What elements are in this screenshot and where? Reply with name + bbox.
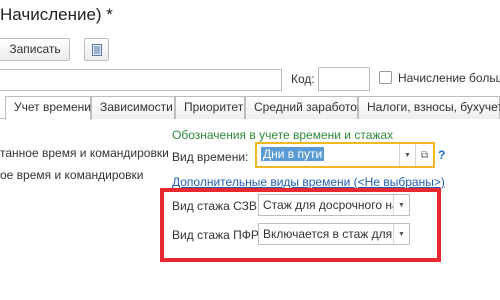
pfr-select[interactable]: Включается в стаж для д ▼ xyxy=(258,223,410,245)
time-type-value: Дни в пути xyxy=(261,147,325,161)
list-item[interactable]: ое время и командировки xyxy=(0,168,144,182)
code-label: Код: xyxy=(291,72,315,86)
list-item[interactable]: танное время и командировки xyxy=(0,146,169,160)
tab-taxes[interactable]: Налоги, взносы, бухучет xyxy=(358,96,500,119)
page-title: Начисление) * xyxy=(0,5,113,24)
chevron-down-icon[interactable]: ▼ xyxy=(393,224,409,244)
save-button[interactable]: Записать xyxy=(0,38,70,61)
time-type-select[interactable]: Дни в пути ▼ ⧉ xyxy=(255,142,435,168)
code-input[interactable] xyxy=(318,67,370,91)
name-input[interactable] xyxy=(0,69,282,91)
tab-time-accounting[interactable]: Учет времени xyxy=(5,96,91,120)
time-type-label: Вид времени: xyxy=(172,150,249,164)
additional-time-types-link[interactable]: Дополнительные виды времени (<Не выбраны… xyxy=(172,175,445,189)
open-icon[interactable]: ⧉ xyxy=(415,144,433,166)
pfr-value: Включается в стаж для д xyxy=(263,227,393,241)
tab-priority[interactable]: Приоритет xyxy=(175,96,245,119)
list-icon xyxy=(91,43,102,56)
list-button[interactable] xyxy=(84,38,109,61)
szv-label: Вид стажа СЗВ: xyxy=(172,199,261,213)
help-icon[interactable]: ? xyxy=(438,148,445,162)
tab-dependencies[interactable]: Зависимости xyxy=(91,96,175,119)
szv-select[interactable]: Стаж для досрочного наз ▼ xyxy=(258,194,410,216)
section-title: Обозначения в учете времени и стажах xyxy=(172,128,394,142)
pfr-label: Вид стажа ПФР: xyxy=(172,228,262,242)
accrual-checkbox[interactable] xyxy=(379,71,392,84)
szv-value: Стаж для досрочного наз xyxy=(263,198,393,212)
accrual-checkbox-label: Начисление больше xyxy=(398,71,500,85)
tab-average-earnings[interactable]: Средний заработок xyxy=(245,96,362,119)
chevron-down-icon[interactable]: ▼ xyxy=(399,144,415,166)
chevron-down-icon[interactable]: ▼ xyxy=(393,195,409,215)
